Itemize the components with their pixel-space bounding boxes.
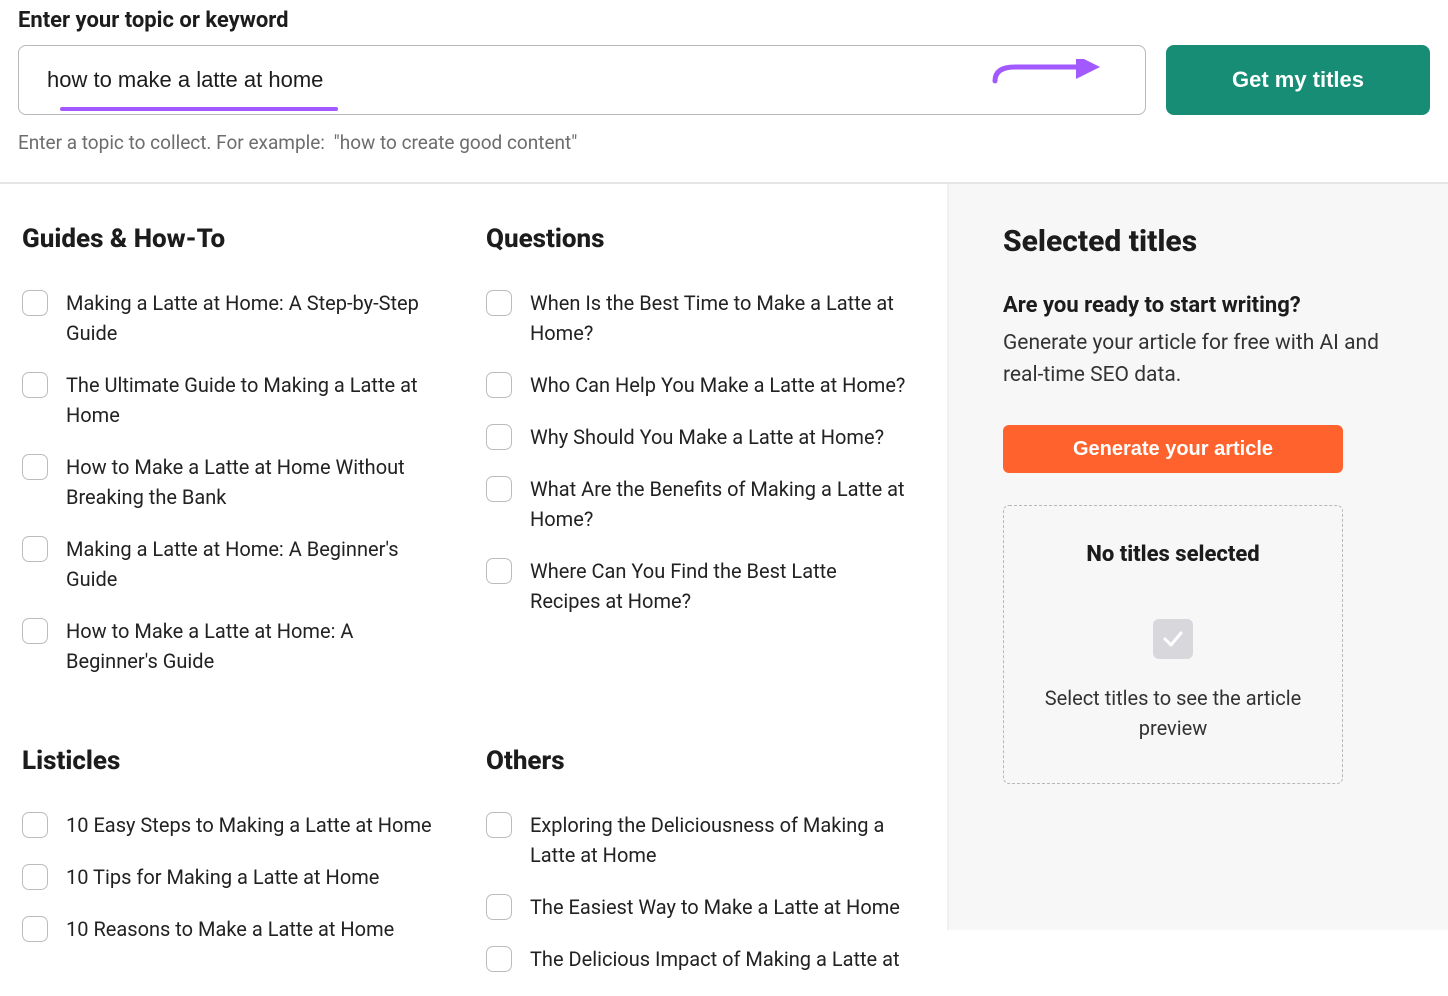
- category: Questions When Is the Best Time to Make a…: [486, 224, 930, 698]
- empty-state-hint: Select titles to see the article preview: [1034, 683, 1312, 743]
- title-item: Why Should You Make a Latte at Home?: [486, 422, 930, 452]
- title-checkbox[interactable]: [22, 864, 48, 890]
- title-item: When Is the Best Time to Make a Latte at…: [486, 288, 930, 348]
- title-checkbox[interactable]: [486, 372, 512, 398]
- title-checkbox[interactable]: [486, 476, 512, 502]
- highlight-underline: [60, 107, 338, 111]
- title-item: The Ultimate Guide to Making a Latte at …: [22, 370, 466, 430]
- title-text: 10 Easy Steps to Making a Latte at Home: [66, 810, 432, 840]
- title-checkbox[interactable]: [22, 618, 48, 644]
- title-text: The Delicious Impact of Making a Latte a…: [530, 944, 900, 974]
- title-item: 10 Tips for Making a Latte at Home: [22, 862, 466, 892]
- category-heading: Guides & How-To: [22, 224, 466, 254]
- title-checkbox[interactable]: [22, 372, 48, 398]
- sidebar-text: Generate your article for free with AI a…: [1003, 328, 1393, 391]
- title-checkbox[interactable]: [22, 454, 48, 480]
- category-heading: Questions: [486, 224, 930, 254]
- hint-row: Enter a topic to collect. For example: "…: [18, 131, 1430, 154]
- title-checkbox[interactable]: [486, 290, 512, 316]
- title-text: Where Can You Find the Best Latte Recipe…: [530, 556, 910, 616]
- title-item: Who Can Help You Make a Latte at Home?: [486, 370, 930, 400]
- title-item: The Delicious Impact of Making a Latte a…: [486, 944, 930, 974]
- title-item: The Easiest Way to Make a Latte at Home: [486, 892, 930, 922]
- header: Enter your topic or keyword Get my title…: [0, 0, 1448, 184]
- title-text: How to Make a Latte at Home Without Brea…: [66, 452, 446, 512]
- title-checkbox[interactable]: [486, 424, 512, 450]
- titles-area: Guides & How-To Making a Latte at Home: A…: [0, 184, 948, 930]
- search-row: Get my titles: [18, 45, 1430, 115]
- sidebar: Selected titles Are you ready to start w…: [948, 184, 1448, 930]
- title-checkbox[interactable]: [22, 916, 48, 942]
- topic-label: Enter your topic or keyword: [18, 8, 1430, 33]
- title-item: Making a Latte at Home: A Step-by-Step G…: [22, 288, 466, 348]
- title-text: How to Make a Latte at Home: A Beginner'…: [66, 616, 446, 676]
- title-text: Who Can Help You Make a Latte at Home?: [530, 370, 905, 400]
- title-checkbox[interactable]: [486, 946, 512, 972]
- category-heading: Others: [486, 746, 930, 776]
- hint-prefix: Enter a topic to collect. For example:: [18, 131, 325, 154]
- title-text: 10 Tips for Making a Latte at Home: [66, 862, 379, 892]
- title-text: When Is the Best Time to Make a Latte at…: [530, 288, 910, 348]
- title-item: Where Can You Find the Best Latte Recipe…: [486, 556, 930, 616]
- topic-input[interactable]: [18, 45, 1146, 115]
- check-icon: [1153, 619, 1193, 659]
- sidebar-subheading: Are you ready to start writing?: [1003, 293, 1393, 318]
- title-item: Exploring the Deliciousness of Making a …: [486, 810, 930, 870]
- get-titles-button[interactable]: Get my titles: [1166, 45, 1430, 115]
- hint-example: "how to create good content": [334, 131, 578, 154]
- title-text: Making a Latte at Home: A Step-by-Step G…: [66, 288, 446, 348]
- title-text: Making a Latte at Home: A Beginner's Gui…: [66, 534, 446, 594]
- title-text: Why Should You Make a Latte at Home?: [530, 422, 884, 452]
- title-checkbox[interactable]: [486, 812, 512, 838]
- title-item: What Are the Benefits of Making a Latte …: [486, 474, 930, 534]
- title-item: Making a Latte at Home: A Beginner's Gui…: [22, 534, 466, 594]
- title-checkbox[interactable]: [486, 894, 512, 920]
- category-heading: Listicles: [22, 746, 466, 776]
- title-item: How to Make a Latte at Home Without Brea…: [22, 452, 466, 512]
- empty-state-box: No titles selected Select titles to see …: [1003, 505, 1343, 784]
- sidebar-heading: Selected titles: [1003, 224, 1393, 259]
- title-checkbox[interactable]: [22, 290, 48, 316]
- main: Guides & How-To Making a Latte at Home: A…: [0, 184, 1448, 930]
- category: Others Exploring the Deliciousness of Mak…: [486, 746, 930, 996]
- title-text: The Ultimate Guide to Making a Latte at …: [66, 370, 446, 430]
- empty-state-heading: No titles selected: [1034, 542, 1312, 567]
- title-checkbox[interactable]: [486, 558, 512, 584]
- title-text: Exploring the Deliciousness of Making a …: [530, 810, 910, 870]
- generate-article-button[interactable]: Generate your article: [1003, 425, 1343, 473]
- category: Guides & How-To Making a Latte at Home: A…: [22, 224, 466, 698]
- title-item: 10 Easy Steps to Making a Latte at Home: [22, 810, 466, 840]
- title-checkbox[interactable]: [22, 536, 48, 562]
- title-item: How to Make a Latte at Home: A Beginner'…: [22, 616, 466, 676]
- category: Listicles 10 Easy Steps to Making a Latte…: [22, 746, 466, 996]
- title-checkbox[interactable]: [22, 812, 48, 838]
- title-text: What Are the Benefits of Making a Latte …: [530, 474, 910, 534]
- title-text: The Easiest Way to Make a Latte at Home: [530, 892, 900, 922]
